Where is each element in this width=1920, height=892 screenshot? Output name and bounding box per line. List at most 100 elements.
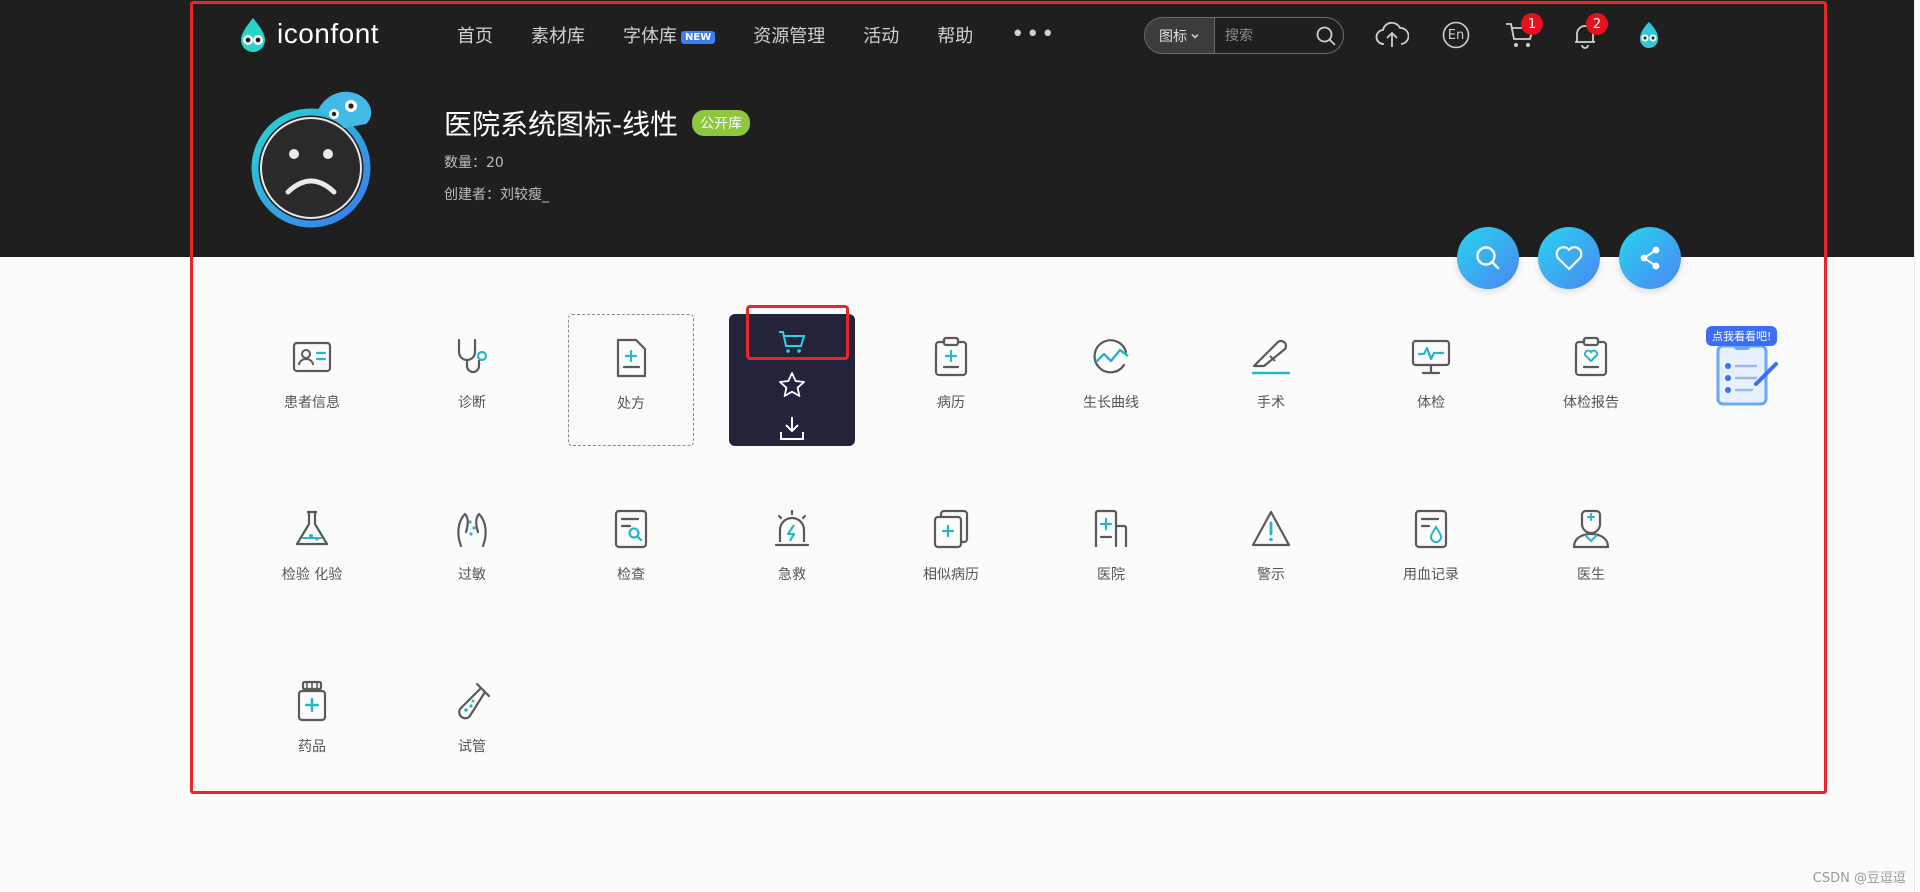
icon-card-diagnosis[interactable]: 诊断 [409, 314, 535, 446]
icon-card-hovered[interactable] [729, 314, 855, 446]
icon-card-surgery[interactable]: 手术 [1208, 314, 1334, 446]
new-badge: NEW [681, 31, 716, 44]
sad-face-icon [251, 91, 372, 228]
icon-card-blood-record[interactable]: 用血记录 [1368, 486, 1494, 618]
nav-item-activity[interactable]: 活动 [863, 22, 899, 48]
icon-card-medical-record[interactable]: 病历 [888, 314, 1014, 446]
notification-button[interactable]: 2 [1568, 13, 1608, 53]
nav-label: 资源管理 [753, 26, 826, 47]
icon-card-inspection[interactable]: 检查 [568, 486, 694, 618]
icon-label: 警示 [1257, 567, 1285, 583]
collect-button[interactable] [772, 367, 812, 403]
promo-label: 点我看看吧! [1706, 326, 1778, 346]
search-icon [1316, 26, 1336, 46]
logo-text: iconfont [277, 18, 380, 49]
cart-button[interactable]: 1 [1503, 13, 1543, 53]
flask-icon [295, 510, 329, 546]
icon-label: 手术 [1257, 395, 1285, 411]
icon-card-patient-info[interactable]: 患者信息 [249, 314, 375, 446]
icon-label: 检查 [617, 567, 645, 583]
icon-label: 病历 [937, 395, 965, 411]
icon-label: 诊断 [458, 395, 486, 411]
nav-label: 首页 [457, 26, 493, 47]
nav-label: 活动 [863, 26, 900, 47]
hospital-icon [1094, 509, 1128, 547]
icon-label: 用血记录 [1403, 567, 1459, 583]
search-type-label: 图标 [1159, 28, 1187, 45]
add-to-cart-button[interactable] [772, 324, 812, 360]
search-type-select[interactable]: 图标 [1145, 18, 1215, 53]
watermark: CSDN @豆逗逗 [1812, 871, 1906, 886]
icon-card-test-tube[interactable]: 试管 [409, 658, 535, 790]
icon-label: 急救 [778, 567, 806, 583]
search-input[interactable] [1215, 27, 1309, 44]
scrollbar-track[interactable] [1914, 0, 1920, 892]
nav-item-materials[interactable]: 素材库 [531, 22, 585, 48]
monitor-icon [1411, 339, 1451, 375]
growth-curve-icon [1093, 339, 1129, 374]
blood-record-icon [1414, 509, 1448, 549]
doctor-icon [1572, 509, 1610, 549]
icon-label: 药品 [298, 739, 326, 755]
icon-label: 患者信息 [284, 395, 340, 411]
icon-card-physical-exam[interactable]: 体检 [1368, 314, 1494, 446]
icon-card-hospital[interactable]: 医院 [1048, 486, 1174, 618]
medical-record-icon [934, 336, 968, 377]
language-label: En [1447, 27, 1465, 43]
icon-label: 体检报告 [1563, 395, 1619, 411]
search-collection-button[interactable] [1457, 227, 1519, 289]
nav-item-home[interactable]: 首页 [457, 22, 493, 48]
search-button[interactable] [1309, 18, 1343, 53]
allergy-icon [457, 512, 487, 548]
test-tube-icon [458, 682, 491, 720]
icon-card-similar-records[interactable]: 相似病历 [888, 486, 1014, 618]
icon-label: 试管 [458, 739, 486, 755]
prescription-icon [616, 338, 647, 378]
download-button[interactable] [772, 410, 812, 446]
icon-card-exam-report[interactable]: 体检报告 [1528, 314, 1654, 446]
shopping-cart-icon [779, 331, 806, 353]
icon-label: 检验 化验 [281, 567, 343, 583]
download-icon [780, 417, 804, 440]
search-icon [1476, 246, 1500, 270]
icon-label: 体检 [1417, 395, 1445, 411]
icon-card-first-aid[interactable]: 急救 [729, 486, 855, 618]
icon-card-prescription[interactable]: 处方 [568, 314, 694, 446]
upload-button[interactable] [1375, 17, 1409, 53]
icon-card-medicine[interactable]: 药品 [249, 658, 375, 790]
icon-card-allergy[interactable]: 过敏 [409, 486, 535, 618]
chameleon-logo-icon [241, 18, 265, 52]
share-button[interactable] [1619, 227, 1681, 289]
icon-label: 医院 [1097, 567, 1125, 583]
icon-card-warning[interactable]: 警示 [1208, 486, 1334, 618]
nav-label: 帮助 [937, 26, 974, 47]
icon-label: 生长曲线 [1083, 395, 1139, 411]
favorite-button[interactable] [1538, 227, 1600, 289]
icon-card-growth-curve[interactable]: 生长曲线 [1048, 314, 1174, 446]
nav-item-resources[interactable]: 资源管理 [753, 22, 825, 48]
cloud-upload-icon [1375, 21, 1409, 47]
warning-icon [1251, 510, 1291, 547]
user-avatar[interactable] [1632, 17, 1666, 53]
icon-label: 过敏 [458, 567, 486, 583]
nav-item-fonts[interactable]: 字体库 NEW [623, 22, 716, 48]
floating-promo[interactable]: 点我看看吧! [1706, 326, 1782, 410]
star-icon [779, 372, 805, 397]
scalpel-icon [1251, 339, 1291, 375]
medicine-icon [297, 680, 327, 722]
icon-label: 相似病历 [923, 567, 979, 583]
site-logo[interactable]: iconfont [235, 16, 379, 52]
collection-avatar [248, 80, 383, 230]
more-menu-button[interactable]: ••• [1011, 24, 1056, 46]
collection-creator[interactable]: 创建者：刘较瘦_ [444, 184, 549, 204]
icon-label: 医生 [1577, 567, 1605, 583]
icon-card-lab-test[interactable]: 检验 化验 [249, 486, 375, 618]
search-box: 图标 [1144, 17, 1344, 54]
notification-count-badge: 2 [1586, 13, 1608, 35]
nav-label: 字体库 [623, 26, 677, 47]
collection-title: 医院系统图标-线性 [444, 108, 679, 141]
public-tag: 公开库 [692, 110, 751, 136]
nav-item-help[interactable]: 帮助 [937, 22, 973, 48]
icon-card-doctor[interactable]: 医生 [1528, 486, 1654, 618]
language-button[interactable]: En [1439, 17, 1473, 53]
